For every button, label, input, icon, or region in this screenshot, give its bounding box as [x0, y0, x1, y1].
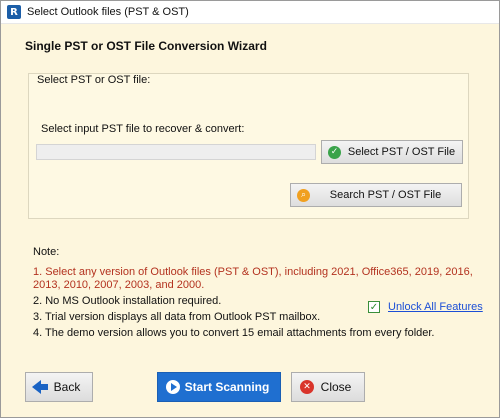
- search-file-button[interactable]: ⌕ Search PST / OST File: [290, 183, 462, 207]
- group-label: Select PST or OST file:: [37, 74, 151, 86]
- file-path-input[interactable]: [36, 144, 316, 160]
- arrow-left-icon: [32, 380, 41, 394]
- search-file-button-label: Search PST / OST File: [329, 189, 442, 201]
- back-button-label: Back: [53, 380, 81, 394]
- select-file-button-label: Select PST / OST File: [347, 146, 456, 158]
- search-icon: ⌕: [297, 188, 310, 202]
- select-file-button[interactable]: ✓ Select PST / OST File: [321, 140, 463, 164]
- close-button-label: Close: [320, 380, 352, 394]
- file-selection-group: Select PST or OST file: Select input PST…: [28, 73, 469, 219]
- note-item: 4. The demo version allows you to conver…: [33, 327, 435, 339]
- start-scanning-button-label: Start Scanning: [184, 380, 270, 394]
- wizard-window: R Select Outlook files (PST & OST) Singl…: [0, 0, 500, 418]
- unlock-checkbox[interactable]: ✓: [368, 301, 380, 313]
- notes-section: Note: 1. Select any version of Outlook f…: [33, 246, 483, 343]
- window-title: Select Outlook files (PST & OST): [27, 6, 189, 18]
- unlock-features[interactable]: ✓ Unlock All Features: [368, 301, 483, 313]
- close-x-icon: ✕: [300, 380, 314, 394]
- start-scanning-button[interactable]: Start Scanning: [157, 372, 281, 402]
- input-file-label: Select input PST file to recover & conve…: [41, 123, 245, 135]
- arrow-left-icon-tail: [40, 384, 48, 390]
- close-button[interactable]: ✕ Close: [291, 372, 365, 402]
- footer-bar: Back Start Scanning ✕ Close: [1, 356, 499, 417]
- back-button[interactable]: Back: [25, 372, 93, 402]
- green-check-icon: ✓: [328, 145, 341, 159]
- title-bar: R Select Outlook files (PST & OST): [1, 1, 499, 24]
- unlock-features-link[interactable]: Unlock All Features: [388, 301, 483, 313]
- wizard-title: Single PST or OST File Conversion Wizard: [25, 39, 267, 53]
- notes-heading: Note:: [33, 246, 60, 258]
- play-icon: [166, 380, 180, 394]
- note-item: 1. Select any version of Outlook files (…: [33, 266, 473, 291]
- app-logo-icon: R: [7, 5, 21, 19]
